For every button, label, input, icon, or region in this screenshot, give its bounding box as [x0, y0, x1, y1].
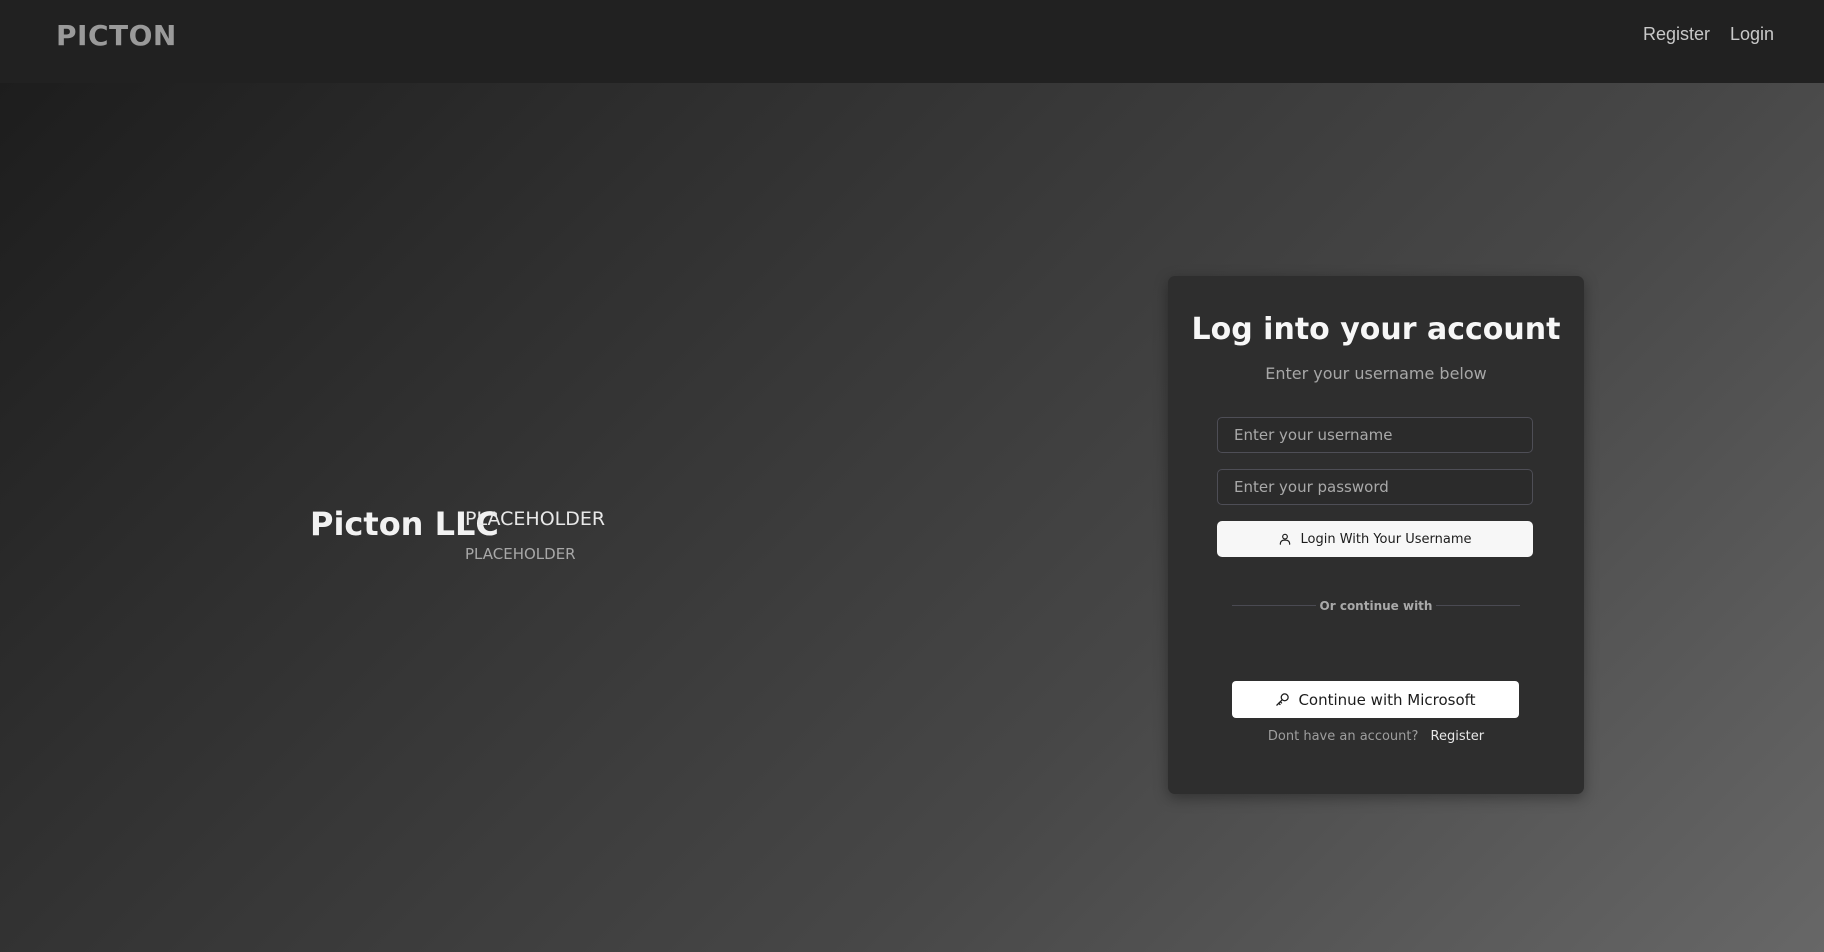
password-input[interactable]: [1217, 469, 1533, 505]
continue-microsoft-button-label: Continue with Microsoft: [1298, 690, 1476, 709]
login-username-button[interactable]: Login With Your Username: [1217, 521, 1533, 557]
register-prompt: Dont have an account? Register: [1168, 729, 1584, 744]
brand-logo[interactable]: PICTON: [56, 19, 177, 52]
nav-login-link[interactable]: Login: [1730, 24, 1774, 45]
login-title: Log into your account: [1191, 312, 1561, 347]
hero-tagline: PLACEHOLDER: [465, 508, 606, 530]
register-prompt-text: Dont have an account?: [1267, 729, 1419, 744]
username-input[interactable]: [1217, 417, 1533, 453]
nav-register-link[interactable]: Register: [1643, 24, 1710, 45]
divider-label: Or continue with: [1316, 595, 1436, 617]
key-icon: [1275, 692, 1290, 707]
hero-tagline-sub: PLACEHOLDER: [465, 545, 576, 563]
login-username-button-label: Login With Your Username: [1300, 531, 1472, 547]
login-subtitle: Enter your username below: [1265, 364, 1487, 383]
continue-microsoft-button[interactable]: Continue with Microsoft: [1232, 681, 1519, 718]
top-navbar: PICTON Register Login: [0, 0, 1824, 83]
user-icon: [1278, 532, 1292, 546]
register-link[interactable]: Register: [1431, 729, 1485, 744]
login-card: Log into your account Enter your usernam…: [1168, 276, 1584, 794]
